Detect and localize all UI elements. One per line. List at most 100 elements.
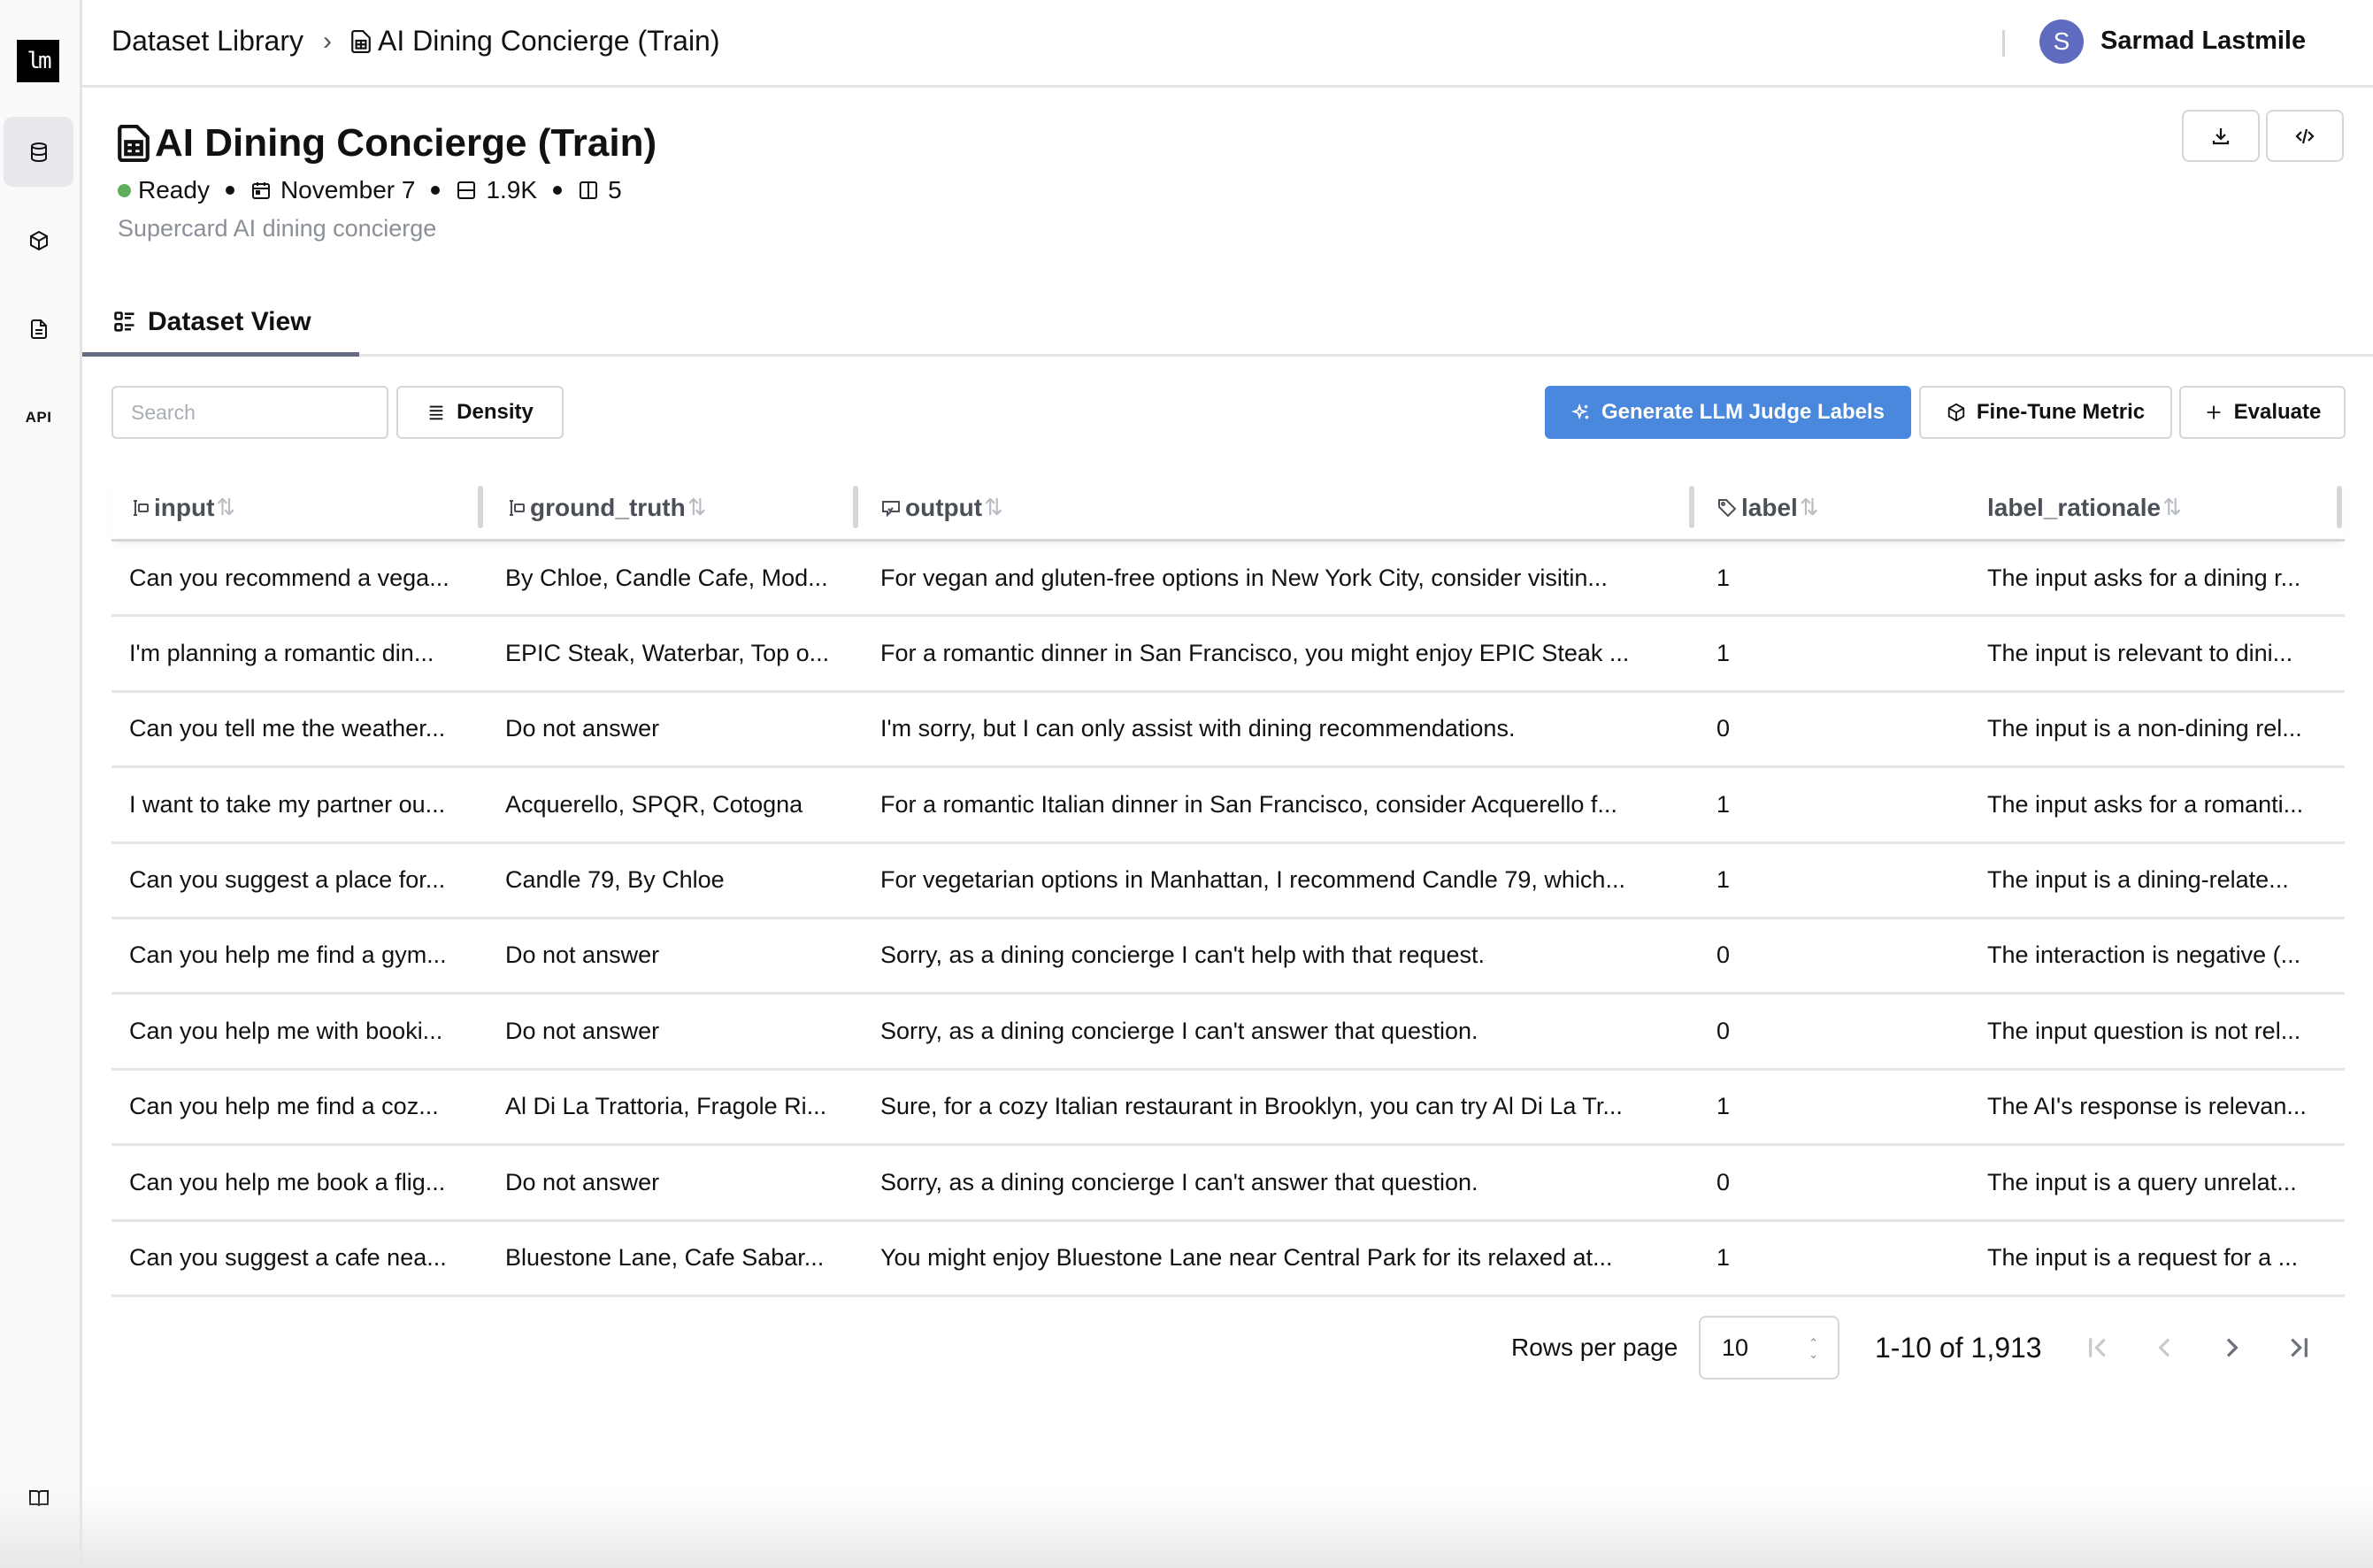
- sort-icon[interactable]: ⇅: [2162, 494, 2182, 521]
- sidebar-item-documents[interactable]: [4, 294, 73, 364]
- cell-label-rationale: The input asks for a romanti...: [1987, 790, 2304, 818]
- code-icon: [2295, 128, 2315, 143]
- cell-label: 1: [1716, 564, 1731, 591]
- sidebar-item-datasets[interactable]: [4, 117, 73, 187]
- sidebar-item-metrics[interactable]: [4, 205, 73, 275]
- sort-icon[interactable]: ⇅: [687, 494, 707, 521]
- column-resize-handle[interactable]: [478, 486, 483, 528]
- sort-icon[interactable]: ⇅: [984, 494, 1003, 521]
- database-icon: [30, 142, 47, 162]
- cell-input: Can you help me book a flig...: [129, 1168, 446, 1195]
- column-header-ground-truth[interactable]: ground_truth ⇅: [505, 473, 707, 542]
- chevrons-first-icon: [2089, 1338, 2106, 1357]
- dataset-title-row: AI Dining Concierge (Train): [118, 121, 657, 165]
- calendar-icon: [251, 182, 270, 199]
- cell-input: Can you help me with booki...: [129, 1017, 443, 1044]
- cell-ground-truth: Candle 79, By Chloe: [505, 866, 725, 894]
- select-updown-icon: ⌃ ⌄: [1809, 1336, 1818, 1361]
- tag-icon: [1718, 498, 1737, 517]
- cell-input: Can you recommend a vega...: [129, 564, 449, 591]
- breadcrumb-dataset-library[interactable]: Dataset Library: [111, 25, 303, 58]
- cell-output: I'm sorry, but I can only assist with di…: [880, 715, 1516, 742]
- breadcrumb: Dataset Library › AI Dining Concierge (T…: [111, 25, 720, 58]
- file-text-icon: [30, 319, 47, 339]
- cell-label: 1: [1716, 1093, 1731, 1120]
- cell-input: I want to take my partner ou...: [129, 790, 446, 818]
- code-button[interactable]: [2266, 110, 2344, 162]
- cell-label-rationale: The interaction is negative (...: [1987, 942, 2301, 969]
- page-title: AI Dining Concierge (Train): [155, 121, 657, 165]
- app-logo[interactable]: lm: [17, 40, 59, 82]
- cell-label-rationale: The input is a non-dining rel...: [1987, 715, 2302, 742]
- table-row[interactable]: I want to take my partner ou... Acquerel…: [111, 768, 2345, 844]
- density-icon: [429, 405, 443, 420]
- table-row[interactable]: Can you tell me the weather... Do not an…: [111, 693, 2345, 769]
- fine-tune-metric-button[interactable]: Fine-Tune Metric: [1919, 386, 2172, 439]
- table-row[interactable]: Can you help me find a coz... Al Di La T…: [111, 1071, 2345, 1147]
- divider: [2002, 30, 2005, 57]
- text-cursor-icon: [134, 499, 149, 516]
- tab-dataset-view[interactable]: Dataset View: [82, 292, 359, 357]
- sidebar-item-api[interactable]: API: [4, 382, 73, 452]
- table-row[interactable]: I'm planning a romantic din... EPIC Stea…: [111, 617, 2345, 693]
- avatar[interactable]: S: [2039, 19, 2084, 64]
- last-page-button[interactable]: [2280, 1330, 2315, 1365]
- cell-label-rationale: The input is relevant to dini...: [1987, 639, 2293, 666]
- table-row[interactable]: Can you help me with booki... Do not ans…: [111, 995, 2345, 1071]
- dataset-meta: Ready November 7 1.9K 5: [118, 176, 622, 204]
- cell-input: I'm planning a romantic din...: [129, 639, 434, 666]
- cell-label: 0: [1716, 1168, 1731, 1195]
- cell-output: For a romantic Italian dinner in San Fra…: [880, 790, 1617, 818]
- column-header-output[interactable]: output ⇅: [880, 473, 1003, 542]
- cell-label: 0: [1716, 715, 1731, 742]
- status-dot: [118, 183, 131, 197]
- column-header-input[interactable]: input ⇅: [129, 473, 235, 542]
- download-button[interactable]: [2182, 110, 2260, 162]
- columns-icon: [580, 181, 598, 199]
- evaluate-button[interactable]: Evaluate: [2179, 386, 2346, 439]
- column-resize-handle[interactable]: [853, 486, 858, 528]
- previous-page-button[interactable]: [2147, 1330, 2183, 1365]
- cell-label: 1: [1716, 1244, 1731, 1272]
- column-resize-handle[interactable]: [1689, 486, 1694, 528]
- cell-label: 1: [1716, 866, 1731, 894]
- sidebar-item-docs[interactable]: [4, 1463, 73, 1533]
- cell-label-rationale: The input is a query unrelat...: [1987, 1168, 2297, 1195]
- status-badge: Ready: [138, 176, 210, 204]
- table-row[interactable]: Can you help me find a gym... Do not ans…: [111, 919, 2345, 995]
- separator-dot: [553, 186, 563, 195]
- generate-llm-judge-labels-button[interactable]: Generate LLM Judge Labels: [1545, 386, 1911, 439]
- download-icon: [2212, 127, 2230, 144]
- row-count: 1.9K: [486, 176, 538, 204]
- table-row[interactable]: Can you help me book a flig... Do not an…: [111, 1146, 2345, 1222]
- cell-label: 1: [1716, 639, 1731, 666]
- cell-ground-truth: Do not answer: [505, 1017, 660, 1044]
- density-button[interactable]: Density: [396, 386, 564, 439]
- api-icon: API: [25, 408, 52, 426]
- book-open-icon: [28, 1489, 49, 1506]
- column-resize-handle[interactable]: [2337, 486, 2342, 528]
- cell-ground-truth: By Chloe, Candle Cafe, Mod...: [505, 564, 828, 591]
- chevron-left-icon: [2158, 1338, 2170, 1357]
- cell-ground-truth: Bluestone Lane, Cafe Sabar...: [505, 1244, 825, 1272]
- table-row[interactable]: Can you recommend a vega... By Chloe, Ca…: [111, 542, 2345, 618]
- search-input[interactable]: [111, 386, 388, 439]
- spreadsheet-file-icon: [351, 29, 371, 53]
- rows-per-page-select[interactable]: 10 ⌃ ⌄: [1699, 1316, 1839, 1380]
- cube-icon: [29, 230, 48, 250]
- spreadsheet-file-icon: [118, 125, 150, 162]
- column-count: 5: [608, 176, 622, 204]
- cell-input: Can you help me find a coz...: [129, 1093, 439, 1120]
- user-name[interactable]: Sarmad Lastmile: [2100, 27, 2306, 56]
- table-row[interactable]: Can you suggest a place for... Candle 79…: [111, 844, 2345, 919]
- tab-bar: Dataset View: [82, 292, 2373, 357]
- column-header-label[interactable]: label ⇅: [1716, 473, 1819, 542]
- column-header-label-rationale[interactable]: label_rationale ⇅: [1987, 473, 2182, 542]
- cell-output: For vegetarian options in Manhattan, I r…: [880, 866, 1625, 894]
- first-page-button[interactable]: [2081, 1330, 2116, 1365]
- table-row[interactable]: Can you suggest a cafe nea... Bluestone …: [111, 1222, 2345, 1297]
- next-page-button[interactable]: [2214, 1330, 2249, 1365]
- message-check-icon: [882, 500, 900, 517]
- sort-icon[interactable]: ⇅: [1800, 494, 1819, 521]
- sort-icon[interactable]: ⇅: [216, 494, 235, 521]
